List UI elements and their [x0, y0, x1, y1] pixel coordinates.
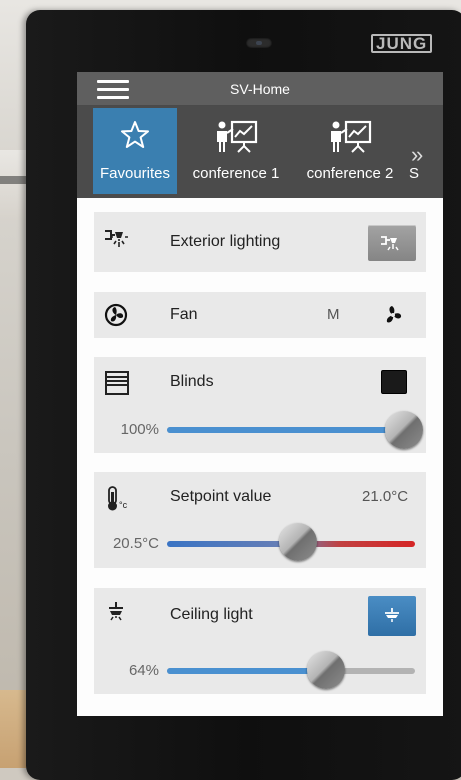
blinds-row: Blinds 100%: [94, 357, 426, 453]
ceiling-light-row: Ceiling light 64%: [94, 588, 426, 694]
tab-conference-2[interactable]: conference 2: [295, 108, 405, 194]
ceiling-light-slider-fill: [167, 668, 326, 674]
blinds-label: Blinds: [170, 373, 214, 390]
fan-label: Fan: [170, 306, 198, 323]
touch-screen: SV-Home Favourites conference 1 conferen…: [77, 72, 443, 716]
exterior-lighting-row: Exterior lighting: [94, 212, 426, 272]
scroll-right-icon[interactable]: »: [411, 142, 423, 168]
ceiling-light-slider-knob[interactable]: [306, 651, 345, 689]
blinds-slider-knob[interactable]: [385, 411, 423, 449]
tab-conference-1[interactable]: conference 1: [181, 108, 291, 194]
ceiling-light-slider-track[interactable]: [167, 668, 415, 674]
setpoint-row: °c Setpoint value 21.0°C 20.5°C: [94, 472, 426, 568]
tab-label: conference 1: [192, 165, 280, 182]
setpoint-slider-knob[interactable]: [279, 523, 318, 561]
tab-bar: Favourites conference 1 conference 2 S »: [77, 106, 443, 198]
brand-logo: JUNG: [371, 34, 433, 53]
blinds-close-button[interactable]: [381, 370, 407, 394]
blinds-slider-fill: [167, 427, 415, 433]
camera-lens: [246, 38, 272, 48]
thermometer-icon: °c: [108, 486, 128, 511]
blinds-slider-track[interactable]: [167, 427, 415, 433]
ceiling-light-value-label: 64%: [128, 662, 159, 679]
exterior-lighting-toggle-button[interactable]: [368, 225, 416, 261]
tab-label: Favourites: [99, 165, 171, 182]
fan-mode-value: M: [327, 306, 340, 323]
star-icon: [121, 121, 149, 148]
ceiling-light-icon: [109, 602, 123, 621]
exterior-light-icon: [105, 230, 128, 247]
page-title: SV-Home: [230, 81, 290, 97]
setpoint-current-value: 20.5°C: [112, 535, 159, 552]
fan-icon[interactable]: [381, 303, 405, 327]
presentation-icon: [331, 120, 372, 153]
exterior-lighting-label: Exterior lighting: [170, 233, 281, 250]
blinds-icon: [105, 371, 129, 395]
setpoint-target-value: 21.0°C: [362, 488, 409, 505]
favourites-list: Exterior lighting Fan M Blinds 100% °c S…: [77, 198, 443, 716]
exterior-light-icon: [381, 236, 399, 251]
svg-text:°c: °c: [119, 500, 128, 510]
top-bar: SV-Home: [77, 72, 443, 106]
presentation-icon: [217, 120, 258, 153]
ceiling-light-toggle-button[interactable]: [368, 596, 416, 636]
tab-favourites[interactable]: Favourites: [93, 108, 177, 194]
ceiling-light-label: Ceiling light: [170, 606, 253, 623]
setpoint-label: Setpoint value: [170, 488, 272, 505]
tab-label: conference 2: [306, 165, 394, 182]
fan-row: Fan M: [94, 292, 426, 338]
fan-icon: [104, 303, 128, 327]
ceiling-light-icon: [385, 608, 399, 622]
blinds-value-label: 100%: [120, 421, 159, 438]
